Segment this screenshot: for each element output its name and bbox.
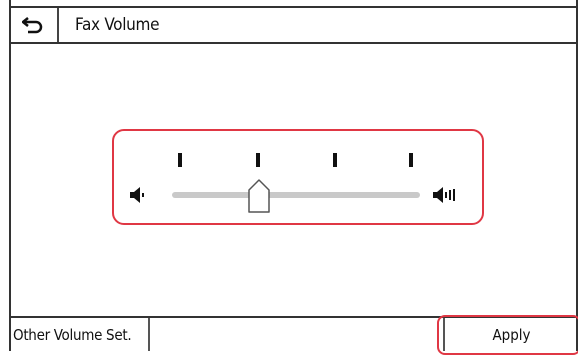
volume-slider-track[interactable]: [172, 192, 420, 198]
tick-mark: [333, 153, 337, 167]
frame-left-border: [9, 0, 11, 351]
tick-marks: [114, 131, 482, 223]
back-button[interactable]: [9, 8, 59, 42]
speaker-high-icon[interactable]: [431, 186, 465, 204]
tick-mark: [256, 153, 260, 167]
apply-button-highlight: [437, 315, 578, 355]
header-bar: Fax Volume: [9, 6, 578, 44]
speaker-low-icon[interactable]: [128, 186, 148, 204]
back-arrow-icon: [22, 17, 43, 34]
tick-mark: [178, 153, 182, 167]
other-volume-settings-button[interactable]: Other Volume Set.: [9, 318, 150, 351]
volume-slider-thumb[interactable]: [247, 178, 271, 214]
page-title: Fax Volume: [75, 15, 160, 35]
volume-slider-panel: [112, 129, 484, 225]
fax-volume-screen: Fax Volume Other Volume Set. Apply: [0, 0, 578, 355]
tick-mark: [409, 153, 413, 167]
